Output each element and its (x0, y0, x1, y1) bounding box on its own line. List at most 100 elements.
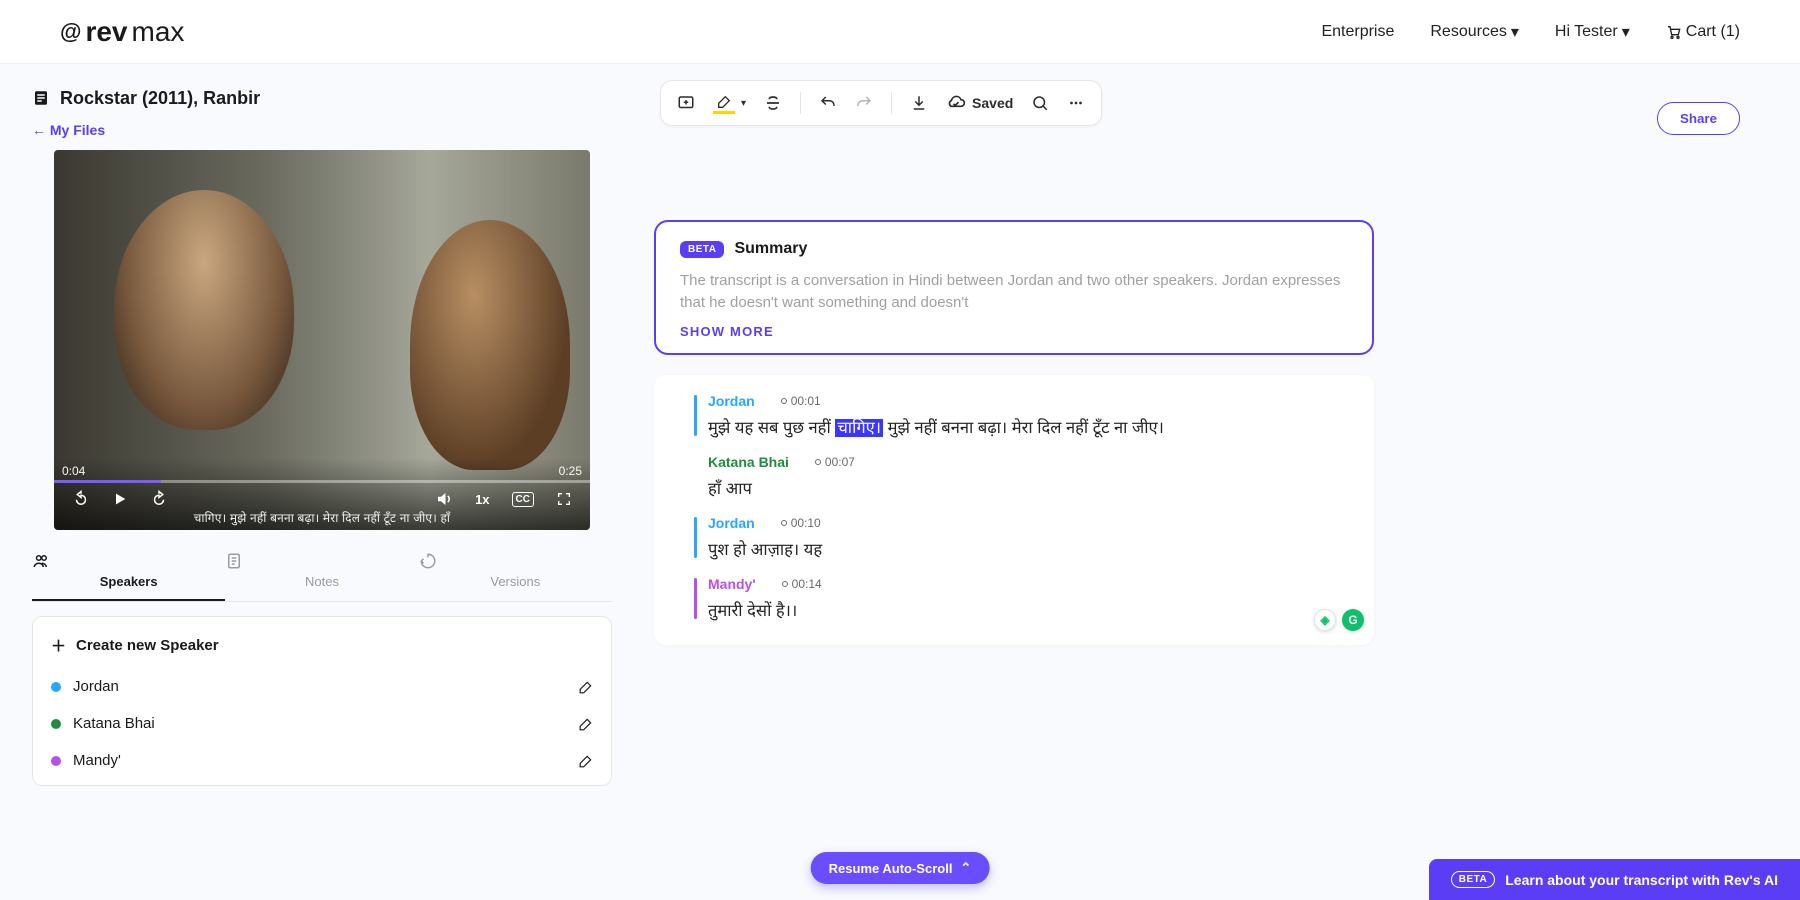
timestamp-dot-icon (815, 459, 821, 465)
rewind-button[interactable] (72, 490, 90, 508)
add-comment-button[interactable] (677, 94, 695, 112)
summary-card: BETA Summary The transcript is a convers… (654, 220, 1374, 355)
speaker-name-label: Katana Bhai (73, 715, 155, 732)
nav-resources[interactable]: Resources▾ (1430, 22, 1519, 42)
lightbulb-icon: ◈ (1314, 609, 1336, 631)
transcript-body: Jordan 00:01 मुझे यह सब पुछ नहीं चागिए। … (654, 375, 1374, 645)
transcript-panel: BETA Summary The transcript is a convers… (654, 150, 1374, 645)
edit-speaker-button[interactable] (579, 680, 593, 694)
logo[interactable]: @ rev max (60, 16, 184, 48)
nav-cart[interactable]: Cart (1) (1666, 23, 1740, 41)
tab-notes-label: Notes (305, 574, 339, 589)
segment-text[interactable]: मुझे यह सब पुछ नहीं चागिए। मुझे नहीं बनन… (694, 415, 1350, 438)
ai-learn-bar[interactable]: BETA Learn about your transcript with Re… (1429, 859, 1800, 900)
tab-speakers[interactable]: Speakers (32, 544, 225, 601)
grammar-widget[interactable]: ◈ G (1314, 609, 1364, 631)
transcript-segment[interactable]: Katana Bhai 00:07 हाँ आप (654, 444, 1374, 505)
speaker-name-label: Mandy' (73, 752, 121, 769)
strikethrough-button[interactable] (764, 94, 782, 112)
ai-bar-label: Learn about your transcript with Rev's A… (1505, 872, 1778, 888)
video-frame-content (410, 220, 570, 470)
speaker-color-dot (51, 719, 61, 729)
timestamp-dot-icon (781, 398, 787, 404)
segment-speaker[interactable]: Jordan (708, 515, 755, 531)
speakers-panel: ＋ Create new Speaker Jordan Katana Bhai … (32, 616, 612, 786)
editor-toolbar: ▾ Saved (660, 80, 1102, 126)
segment-text[interactable]: पुश हो आज़ाह। यह (694, 537, 1350, 560)
summary-show-more-button[interactable]: SHOW MORE (680, 324, 1348, 339)
save-status: Saved (946, 93, 1013, 113)
speaker-name-label: Jordan (73, 678, 119, 695)
tab-versions[interactable]: Versions (419, 544, 612, 601)
share-button[interactable]: Share (1657, 102, 1740, 135)
segment-speaker[interactable]: Katana Bhai (708, 454, 789, 470)
nav-user-label: Hi Tester (1555, 23, 1618, 41)
chevron-down-icon: ▾ (1511, 22, 1519, 42)
beta-badge: BETA (1451, 871, 1495, 888)
video-duration: 0:25 (559, 464, 582, 478)
volume-button[interactable] (435, 490, 453, 508)
nav-user-menu[interactable]: Hi Tester▾ (1555, 22, 1630, 42)
tab-notes[interactable]: Notes (225, 544, 418, 601)
cart-icon (1666, 24, 1682, 40)
segment-timestamp[interactable]: 00:14 (782, 577, 822, 591)
video-progress-bar[interactable] (54, 480, 590, 483)
speaker-color-dot (51, 682, 61, 692)
transcript-segment[interactable]: Jordan 00:10 पुश हो आज़ाह। यह (654, 505, 1374, 566)
segment-timestamp[interactable]: 00:07 (815, 455, 855, 469)
chevron-up-icon: ⌃ (960, 860, 971, 876)
logo-max: max (132, 16, 185, 48)
resume-auto-scroll-button[interactable]: Resume Auto-Scroll ⌃ (811, 852, 990, 884)
transcript-segment[interactable]: Jordan 00:01 मुझे यह सब पुछ नहीं चागिए। … (654, 383, 1374, 444)
side-tabs: Speakers Notes Versions (32, 544, 612, 602)
notes-icon (225, 552, 418, 570)
segment-timestamp[interactable]: 00:01 (781, 394, 821, 408)
segment-timestamp[interactable]: 00:10 (781, 516, 821, 530)
resume-label: Resume Auto-Scroll (829, 861, 953, 876)
selected-text: चागिए। (835, 419, 883, 437)
undo-button[interactable] (819, 94, 837, 112)
timestamp-dot-icon (781, 520, 787, 526)
edit-speaker-button[interactable] (579, 717, 593, 731)
beta-badge: BETA (680, 241, 724, 258)
tab-speakers-label: Speakers (100, 574, 158, 589)
summary-text: The transcript is a conversation in Hind… (680, 270, 1348, 314)
create-speaker-button[interactable]: ＋ Create new Speaker (33, 623, 611, 668)
segment-speaker[interactable]: Mandy' (708, 576, 756, 592)
plus-icon: ＋ (51, 635, 66, 656)
segment-text[interactable]: तुमारी देसों है।। (694, 598, 1350, 621)
toolbar-divider (891, 92, 892, 114)
video-caption: चागिए। मुझे नहीं बनना बढ़ा। मेरा दिल नही… (54, 509, 590, 526)
segment-text[interactable]: हाँ आप (694, 476, 1350, 499)
timestamp-dot-icon (782, 581, 788, 587)
fullscreen-button[interactable] (556, 491, 572, 507)
video-frame-content (114, 190, 294, 430)
download-button[interactable] (910, 94, 928, 112)
transcript-segment[interactable]: Mandy' 00:14 तुमारी देसों है।। (654, 566, 1374, 627)
left-panel: 0:04 0:25 1x CC चागिए। मुझे नहीं बनना बढ… (32, 150, 612, 786)
captions-button[interactable]: CC (512, 492, 534, 507)
speaker-row[interactable]: Katana Bhai (33, 705, 611, 742)
cloud-icon (946, 93, 966, 113)
tab-versions-label: Versions (490, 574, 540, 589)
speaker-row[interactable]: Jordan (33, 668, 611, 705)
logo-glyph-icon: @ (60, 19, 81, 45)
forward-button[interactable] (150, 490, 168, 508)
versions-icon (419, 552, 612, 570)
grammarly-icon: G (1342, 609, 1364, 631)
document-icon (32, 89, 50, 107)
play-button[interactable] (112, 491, 128, 507)
nav-enterprise[interactable]: Enterprise (1321, 23, 1394, 41)
edit-speaker-button[interactable] (579, 754, 593, 768)
speaker-color-dot (51, 756, 61, 766)
video-player[interactable]: 0:04 0:25 1x CC चागिए। मुझे नहीं बनना बढ… (54, 150, 590, 530)
playback-speed-button[interactable]: 1x (475, 492, 489, 507)
more-menu-button[interactable] (1067, 94, 1085, 112)
highlight-button[interactable]: ▾ (713, 92, 746, 114)
summary-heading: Summary (734, 240, 807, 258)
search-button[interactable] (1031, 94, 1049, 112)
segment-speaker[interactable]: Jordan (708, 393, 755, 409)
speaker-row[interactable]: Mandy' (33, 742, 611, 779)
redo-button[interactable] (855, 94, 873, 112)
create-speaker-label: Create new Speaker (76, 637, 219, 654)
